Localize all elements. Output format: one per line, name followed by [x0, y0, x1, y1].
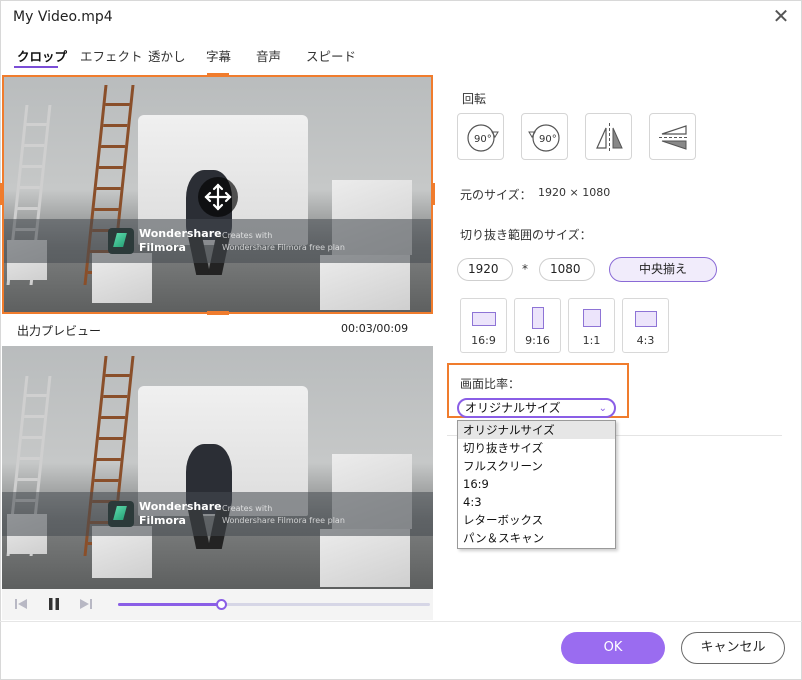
crop-handle-left[interactable] — [0, 183, 4, 205]
original-size-value: 1920 × 1080 — [538, 186, 611, 199]
flip-horizontal-icon — [596, 123, 623, 152]
ratio-9-16-label: 9:16 — [525, 334, 550, 347]
ratio-1-1-icon — [583, 309, 601, 327]
crop-height-input[interactable]: 1080 — [539, 258, 595, 281]
next-frame-icon[interactable] — [78, 596, 94, 612]
video-scene-preview — [2, 346, 433, 589]
close-icon[interactable]: ✕ — [770, 5, 792, 27]
watermark-small-2: Wondershare Filmora free plan — [222, 243, 345, 252]
ratio-4-3-label: 4:3 — [636, 334, 655, 347]
ratio-1-1-label: 1:1 — [582, 334, 601, 347]
progress-knob[interactable] — [215, 599, 227, 610]
crop-handle-right[interactable] — [431, 183, 435, 205]
ok-button[interactable]: OK — [561, 632, 665, 664]
filmora-logo-icon — [108, 501, 134, 527]
dropdown-option-crop[interactable]: 切り抜きサイズ — [458, 439, 615, 457]
tab-speed[interactable]: スピード — [306, 46, 356, 65]
ratio-16-9-label: 16:9 — [471, 334, 496, 347]
dropdown-option-pan-scan[interactable]: パン＆スキャン — [458, 529, 615, 547]
chevron-down-icon: ⌄ — [598, 403, 607, 414]
cancel-button[interactable]: キャンセル — [681, 632, 785, 664]
crop-handle-top[interactable] — [207, 73, 229, 77]
center-align-button[interactable]: 中央揃え — [609, 257, 717, 282]
time-display: 00:03/00:09 — [341, 322, 409, 335]
watermark-small-1: Creates with — [222, 231, 273, 240]
rotate-left-icon: 90° — [467, 124, 499, 152]
crop-width-input[interactable]: 1920 — [457, 258, 513, 281]
watermark-brand-2: Filmora — [139, 514, 186, 527]
output-preview-frame: Wondershare Filmora Creates with Wonders… — [2, 346, 433, 589]
watermark-small-2: Wondershare Filmora free plan — [222, 516, 345, 525]
ratio-16-9-button[interactable]: 16:9 — [460, 298, 507, 353]
tab-crop[interactable]: クロップ — [17, 46, 67, 65]
original-size-label: 元のサイズ： — [460, 188, 532, 202]
active-tab-indicator — [14, 66, 58, 68]
svg-text:90°: 90° — [474, 134, 492, 145]
pause-icon[interactable] — [46, 596, 62, 612]
tab-subtitle[interactable]: 字幕 — [206, 46, 231, 65]
tab-bar: クロップ エフェクト 透かし 字幕 音声 スピード — [0, 46, 440, 70]
dropdown-option-original[interactable]: オリジナルサイズ — [458, 421, 615, 439]
output-preview-label: 出力プレビュー — [17, 324, 102, 338]
watermark-brand-2: Filmora — [139, 241, 186, 254]
ratio-9-16-button[interactable]: 9:16 — [514, 298, 561, 353]
dropdown-option-16-9[interactable]: 16:9 — [458, 475, 615, 493]
dropdown-option-fullscreen[interactable]: フルスクリーン — [458, 457, 615, 475]
flip-vertical-icon — [659, 125, 688, 150]
watermark-band: Wondershare Filmora Creates with Wonders… — [2, 219, 433, 263]
progress-slider[interactable] — [118, 599, 430, 610]
ratio-9-16-icon — [532, 307, 544, 329]
rotate-right-icon: 90° — [528, 124, 560, 152]
watermark-brand-1: Wondershare — [139, 227, 222, 240]
ratio-16-9-icon — [472, 312, 496, 326]
window-title: My Video.mp4 — [13, 9, 113, 25]
filmora-logo-icon — [108, 228, 134, 254]
svg-text:90°: 90° — [539, 134, 557, 145]
ratio-4-3-button[interactable]: 4:3 — [622, 298, 669, 353]
footer-divider — [0, 621, 802, 622]
rotate-right-button[interactable]: 90° — [521, 113, 568, 160]
aspect-ratio-selected-value: オリジナルサイズ — [465, 401, 561, 415]
watermark-band-preview: Wondershare Filmora Creates with Wonders… — [2, 492, 433, 536]
watermark-brand-1: Wondershare — [139, 500, 222, 513]
previous-frame-icon[interactable] — [13, 596, 29, 612]
dropdown-option-4-3[interactable]: 4:3 — [458, 493, 615, 511]
player-controls — [2, 589, 433, 620]
tab-effect[interactable]: エフェクト — [80, 46, 143, 65]
size-separator: * — [522, 262, 528, 276]
dropdown-option-letterbox[interactable]: レターボックス — [458, 511, 615, 529]
watermark-small-1: Creates with — [222, 504, 273, 513]
aspect-ratio-label: 画面比率： — [460, 377, 521, 391]
flip-vertical-button[interactable] — [649, 113, 696, 160]
rotate-left-button[interactable]: 90° — [457, 113, 504, 160]
flip-horizontal-button[interactable] — [585, 113, 632, 160]
aspect-ratio-select[interactable]: オリジナルサイズ ⌄ — [457, 398, 616, 418]
progress-fill — [118, 603, 221, 606]
tab-watermark[interactable]: 透かし — [148, 46, 186, 65]
crop-size-label: 切り抜き範囲のサイズ： — [460, 228, 592, 242]
tab-audio[interactable]: 音声 — [256, 46, 281, 65]
ratio-1-1-button[interactable]: 1:1 — [568, 298, 615, 353]
rotation-label: 回転 — [462, 92, 487, 106]
ratio-4-3-icon — [635, 311, 657, 327]
aspect-ratio-dropdown: オリジナルサイズ 切り抜きサイズ フルスクリーン 16:9 4:3 レターボック… — [457, 420, 616, 549]
move-icon[interactable] — [198, 177, 238, 217]
crop-handle-bottom[interactable] — [207, 311, 229, 315]
